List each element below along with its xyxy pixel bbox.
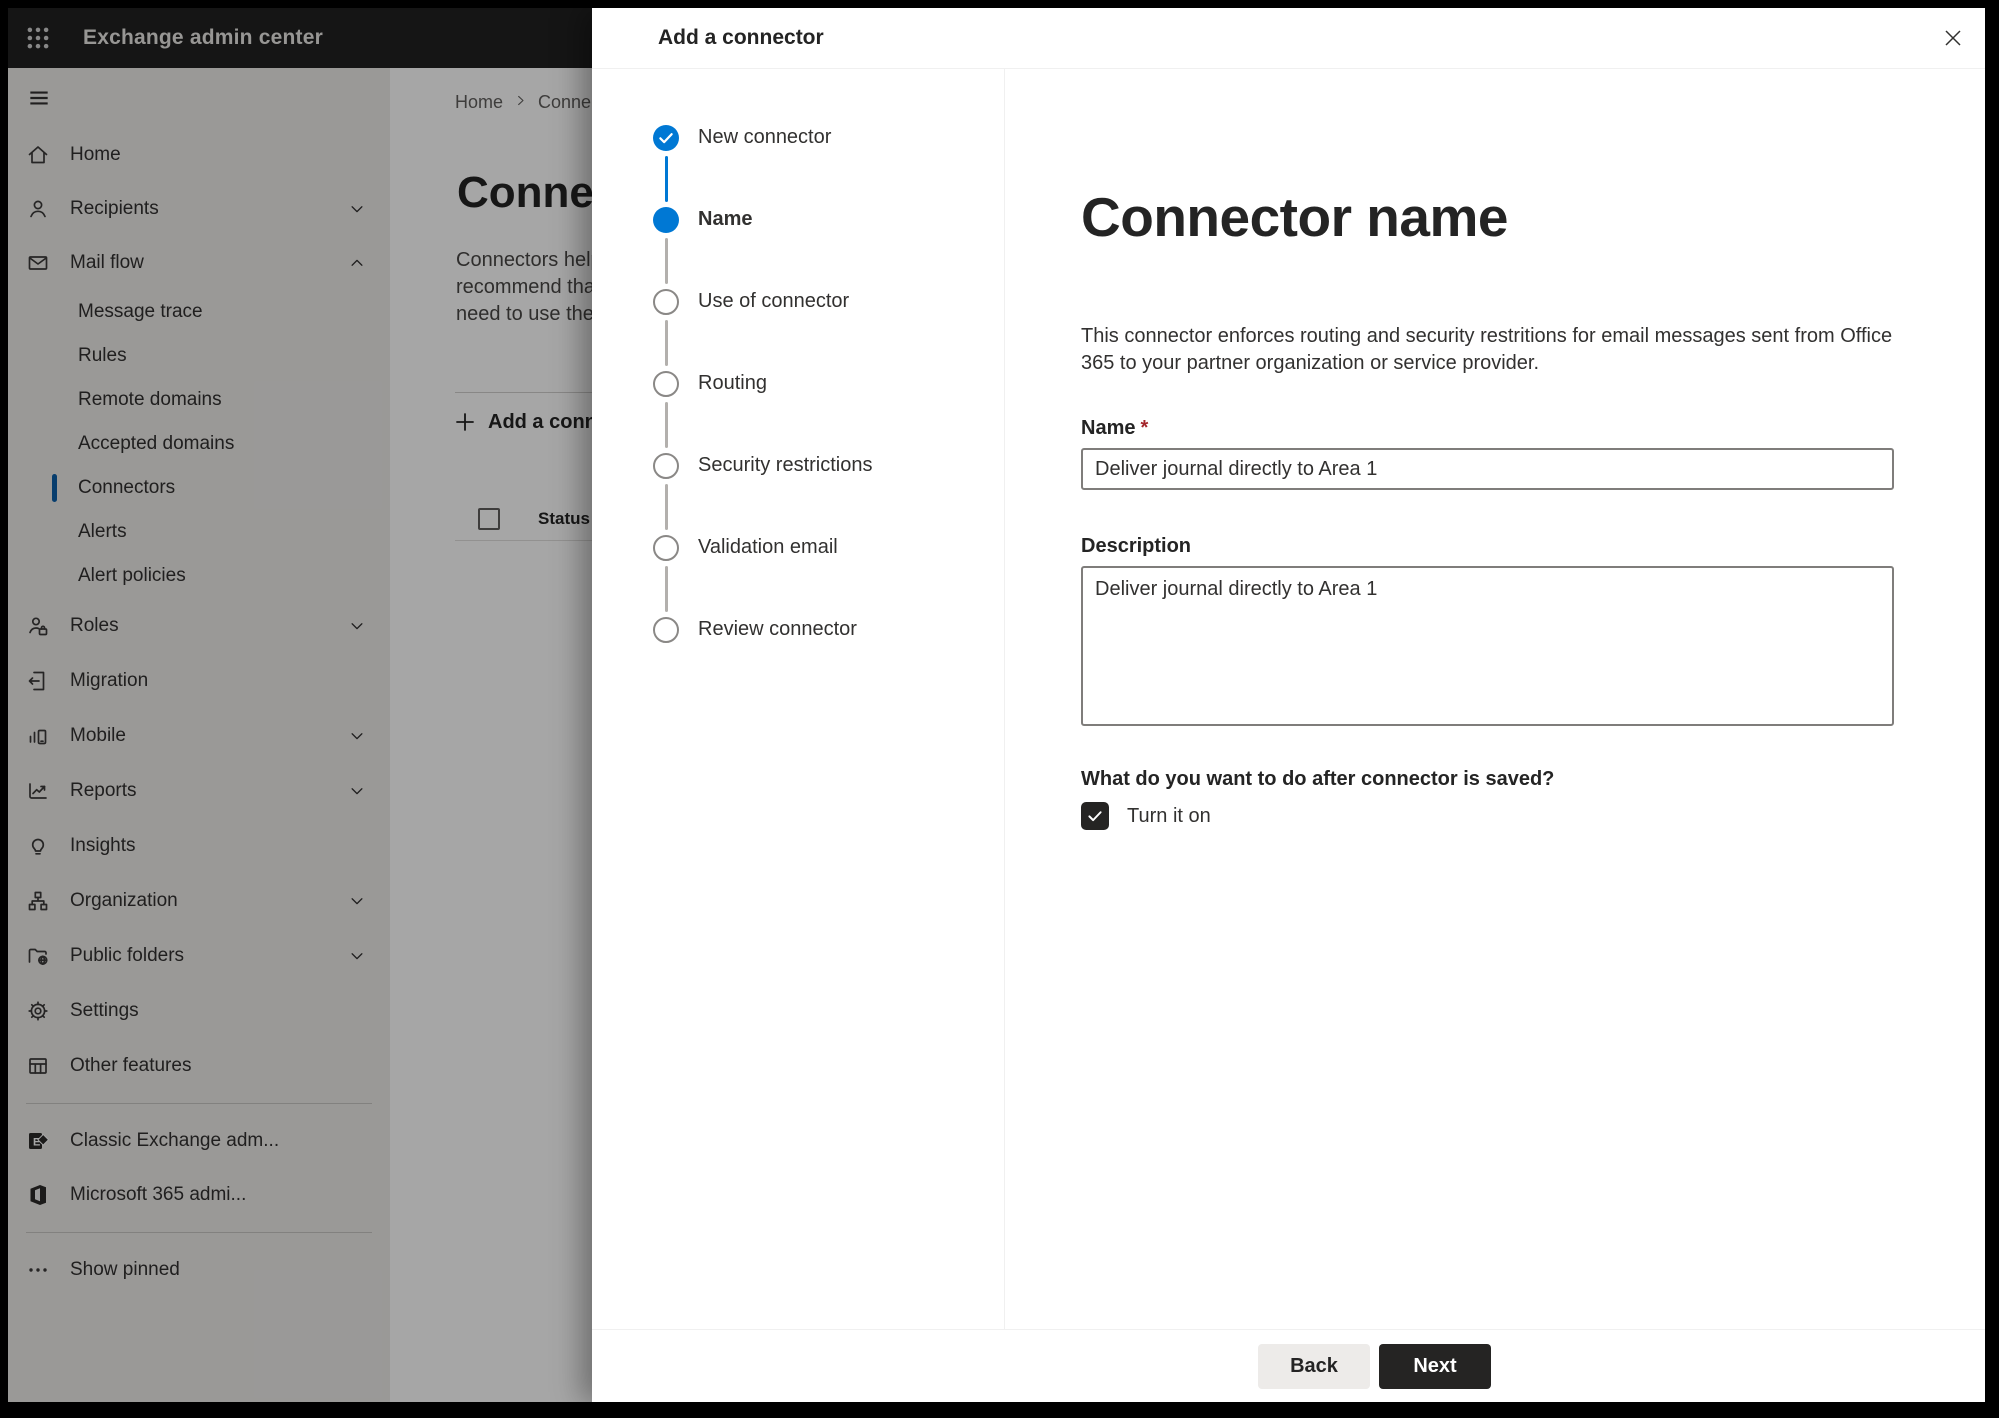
wizard-step-name[interactable]: Name (653, 207, 1004, 289)
step-label: New connector (698, 126, 832, 148)
after-save-question: What do you want to do after connector i… (1081, 768, 1555, 790)
step-circle-upcoming (653, 535, 679, 561)
step-connector-line (664, 238, 668, 284)
wizard-step-validation-email[interactable]: Validation email (653, 535, 1004, 617)
step-heading: Connector name (1081, 186, 1508, 248)
step-label: Security restrictions (698, 454, 873, 476)
step-label: Name (698, 208, 753, 230)
dialog-title: Add a connector (658, 26, 824, 49)
step-circle-upcoming (653, 617, 679, 643)
dialog-body: New connector Name Use of connector Routing… (592, 69, 1985, 1329)
name-input[interactable] (1081, 448, 1894, 490)
name-field-label: Name * (1081, 417, 1149, 439)
step-connector-line (664, 402, 668, 448)
step-circle-upcoming (653, 453, 679, 479)
turn-it-on-row: Turn it on (1081, 802, 1893, 830)
add-connector-dialog: Add a connector New connector Name Use of … (592, 8, 1985, 1402)
wizard-step-security-restrictions[interactable]: Security restrictions (653, 453, 1004, 535)
step-connector-line (664, 484, 668, 530)
required-asterisk: * (1140, 417, 1149, 439)
next-button[interactable]: Next (1379, 1344, 1491, 1389)
step-label: Routing (698, 372, 767, 394)
wizard-step-use-of-connector[interactable]: Use of connector (653, 289, 1004, 371)
step-label: Validation email (698, 536, 838, 558)
turn-it-on-label[interactable]: Turn it on (1127, 805, 1211, 828)
wizard-step-new-connector[interactable]: New connector (653, 125, 1004, 207)
step-connector-line (664, 320, 668, 366)
app-window: Exchange admin center Home Recipients Mail… (8, 8, 1985, 1402)
description-field-label: Description (1081, 535, 1192, 557)
step-content-pane: Connector name This connector enforces r… (1006, 69, 1985, 1329)
dialog-header: Add a connector (592, 8, 1985, 69)
step-circle-upcoming (653, 289, 679, 315)
description-textarea[interactable]: Deliver journal directly to Area 1 (1081, 566, 1894, 726)
back-button[interactable]: Back (1258, 1344, 1370, 1389)
step-circle-upcoming (653, 371, 679, 397)
dialog-footer: Back Next (592, 1329, 1985, 1402)
step-connector-line (664, 156, 668, 202)
wizard-step-review-connector[interactable]: Review connector (653, 617, 1004, 699)
step-connector-line (664, 566, 668, 612)
step-intro-text: This connector enforces routing and secu… (1081, 325, 1893, 374)
step-circle-completed (653, 125, 679, 151)
step-label: Use of connector (698, 290, 850, 312)
step-circle-current (653, 207, 679, 233)
step-label: Review connector (698, 618, 857, 640)
wizard-step-routing[interactable]: Routing (653, 371, 1004, 453)
close-icon[interactable] (1935, 20, 1971, 56)
wizard-steps: New connector Name Use of connector Routing… (592, 69, 1005, 1329)
turn-it-on-checkbox[interactable] (1081, 802, 1109, 830)
